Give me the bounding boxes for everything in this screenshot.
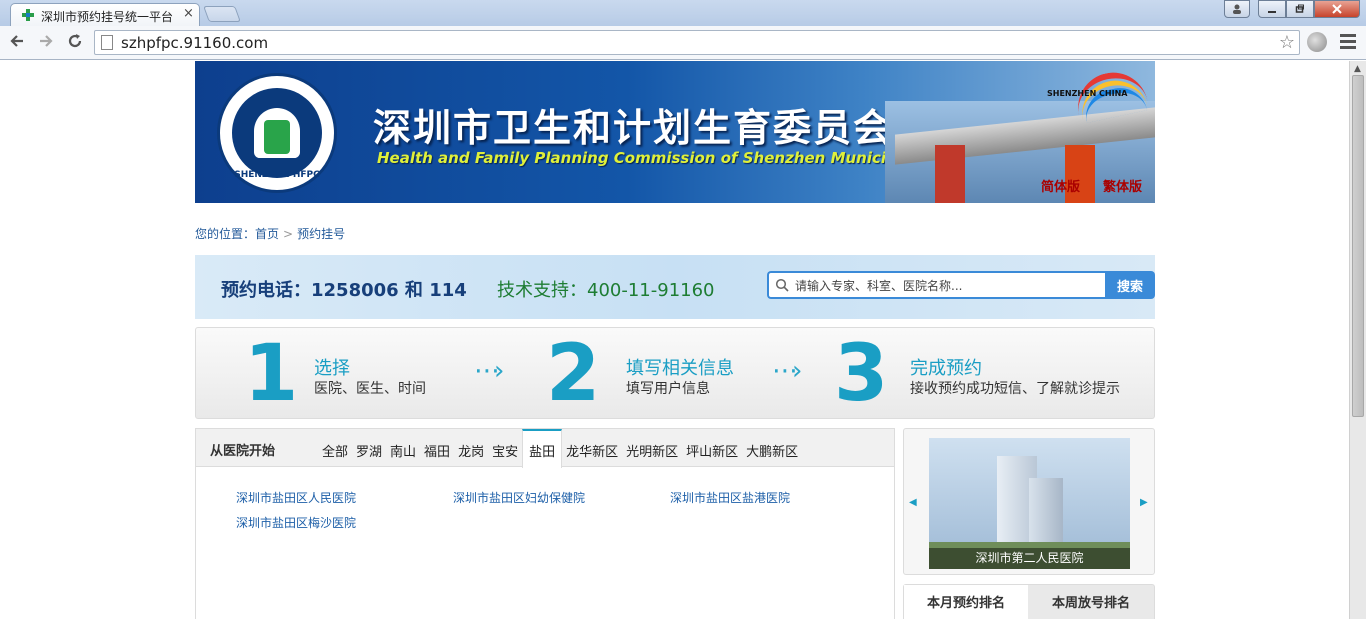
- region-tabs: 全部 罗湖 南山 福田 龙岗 宝安 盐田 龙华新区 光明新区 坪山新区 大鹏新区: [318, 429, 802, 468]
- bookmark-star-icon[interactable]: ☆: [1279, 32, 1295, 53]
- breadcrumb-current[interactable]: 预约挂号: [297, 227, 345, 241]
- search-input[interactable]: [795, 276, 1095, 296]
- header-banner: SHENZHEN HFPC 深圳市卫生和计划生育委员会 Health and F…: [195, 61, 1155, 203]
- hospital-link[interactable]: 深圳市盐田区人民医院: [236, 489, 356, 506]
- hospital-by-region-panel: 从医院开始 全部 罗湖 南山 福田 龙岗 宝安 盐田 龙华新区 光明新区 坪山新…: [195, 428, 895, 619]
- address-url[interactable]: szhpfpc.91160.com: [121, 34, 268, 52]
- step-arrow-icon: ⋯›: [474, 356, 505, 386]
- search-icon: [775, 278, 789, 292]
- minimize-window-icon[interactable]: [1258, 0, 1286, 18]
- region-tab-pingshan[interactable]: 坪山新区: [682, 429, 742, 467]
- forward-arrow-icon[interactable]: [35, 32, 57, 54]
- region-tab-yantian[interactable]: 盐田: [522, 429, 563, 468]
- step-title: 选择: [314, 358, 350, 379]
- breadcrumb-separator: >: [283, 227, 294, 241]
- step-title: 填写相关信息: [626, 358, 734, 379]
- region-tab-dapeng[interactable]: 大鹏新区: [742, 429, 802, 467]
- breadcrumb-home-link[interactable]: 首页: [255, 227, 279, 241]
- page-scrollbar[interactable]: ▲: [1349, 61, 1366, 619]
- tab-weekly-release-rank[interactable]: 本周放号排名: [1029, 585, 1153, 619]
- step-title: 完成预约: [910, 358, 982, 379]
- window-controls: [1224, 0, 1360, 18]
- step-number: 2: [546, 329, 601, 419]
- search-button[interactable]: 搜索: [1105, 271, 1155, 299]
- tech-support-phone: 技术支持：400-11-91160: [497, 280, 715, 301]
- slider-next-arrow-icon[interactable]: ▶: [1140, 497, 1148, 508]
- tab-title: 深圳市预约挂号统一平台: [41, 10, 174, 24]
- browser-menu-icon[interactable]: [1340, 34, 1356, 50]
- slider-caption: 深圳市第二人民医院: [929, 548, 1130, 569]
- region-tab-longhua[interactable]: 龙华新区: [562, 429, 622, 467]
- page-icon: [101, 35, 113, 50]
- breadcrumb-prefix: 您的位置：: [195, 227, 256, 241]
- hfpc-logo: SHENZHEN HFPC: [217, 73, 337, 193]
- step-description: 医院、医生、时间: [314, 381, 426, 397]
- region-header: 从医院开始 全部 罗湖 南山 福田 龙岗 宝安 盐田 龙华新区 光明新区 坪山新…: [196, 429, 894, 468]
- region-tab-baoan[interactable]: 宝安: [488, 429, 522, 467]
- hospital-link[interactable]: 深圳市盐田区妇幼保健院: [453, 489, 585, 506]
- hotline-bar: 预约电话：1258006 和 114 技术支持：400-11-91160 搜索: [195, 255, 1155, 319]
- reload-icon[interactable]: [64, 32, 86, 54]
- hospital-photo[interactable]: 深圳市第二人民医院: [929, 438, 1130, 569]
- banner-subtitle: Health and Family Planning Commission of…: [377, 149, 935, 167]
- region-tab-luohu[interactable]: 罗湖: [352, 429, 386, 467]
- traditional-chinese-link[interactable]: 繁体版: [1103, 176, 1142, 195]
- step-description: 接收预约成功短信、了解就诊提示: [910, 381, 1120, 397]
- hospital-link[interactable]: 深圳市盐田区盐港医院: [670, 489, 790, 506]
- region-tab-all[interactable]: 全部: [318, 429, 352, 467]
- scroll-thumb[interactable]: [1352, 75, 1364, 417]
- browser-tab-bar: 深圳市预约挂号统一平台 ×: [0, 0, 1366, 26]
- step-number: 1: [244, 329, 299, 419]
- scroll-up-arrow-icon[interactable]: ▲: [1354, 64, 1361, 74]
- step-arrow-icon: ⋯›: [772, 356, 803, 386]
- user-profile-icon[interactable]: [1224, 0, 1250, 18]
- logo-text: SHENZHEN HFPC: [234, 170, 320, 180]
- step-number: 3: [834, 329, 889, 419]
- new-tab-button[interactable]: [203, 6, 241, 22]
- booking-phone: 预约电话：1258006 和 114: [221, 280, 467, 301]
- restore-window-icon[interactable]: [1286, 0, 1314, 18]
- address-bar[interactable]: szhpfpc.91160.com ☆: [94, 30, 1300, 55]
- region-tab-nanshan[interactable]: 南山: [386, 429, 420, 467]
- booking-steps: 1 选择 医院、医生、时间 ⋯› 2 填写相关信息 填写用户信息 ⋯› 3 完成…: [195, 327, 1155, 419]
- browser-toolbar: szhpfpc.91160.com ☆: [0, 26, 1366, 60]
- extension-globe-icon[interactable]: [1307, 32, 1327, 52]
- region-panel-title: 从医院开始: [210, 444, 276, 459]
- close-window-icon[interactable]: [1314, 0, 1360, 18]
- hospital-slider: ◀ 深圳市第二人民医院 ▶: [903, 428, 1155, 575]
- search-box: [767, 271, 1105, 299]
- simplified-chinese-link[interactable]: 简体版: [1041, 176, 1080, 195]
- ranking-tabs: 本月预约排名 本周放号排名: [903, 584, 1155, 619]
- breadcrumb: 您的位置：首页 > 预约挂号: [195, 225, 345, 242]
- step-description: 填写用户信息: [626, 381, 710, 397]
- city-logo-text: SHENZHEN CHINA: [1047, 89, 1128, 98]
- slider-prev-arrow-icon[interactable]: ◀: [909, 497, 917, 508]
- region-tab-guangming[interactable]: 光明新区: [622, 429, 682, 467]
- banner-title: 深圳市卫生和计划生育委员会: [373, 106, 894, 150]
- region-tab-longgang[interactable]: 龙岗: [454, 429, 488, 467]
- region-tab-futian[interactable]: 福田: [420, 429, 454, 467]
- tab-monthly-booking-rank[interactable]: 本月预约排名: [904, 585, 1028, 619]
- tab-close-icon[interactable]: ×: [183, 6, 194, 21]
- hospital-link[interactable]: 深圳市盐田区梅沙医院: [236, 514, 356, 531]
- back-arrow-icon[interactable]: [6, 32, 28, 54]
- browser-tab[interactable]: 深圳市预约挂号统一平台 ×: [10, 3, 200, 26]
- site-favicon-icon: [22, 9, 34, 21]
